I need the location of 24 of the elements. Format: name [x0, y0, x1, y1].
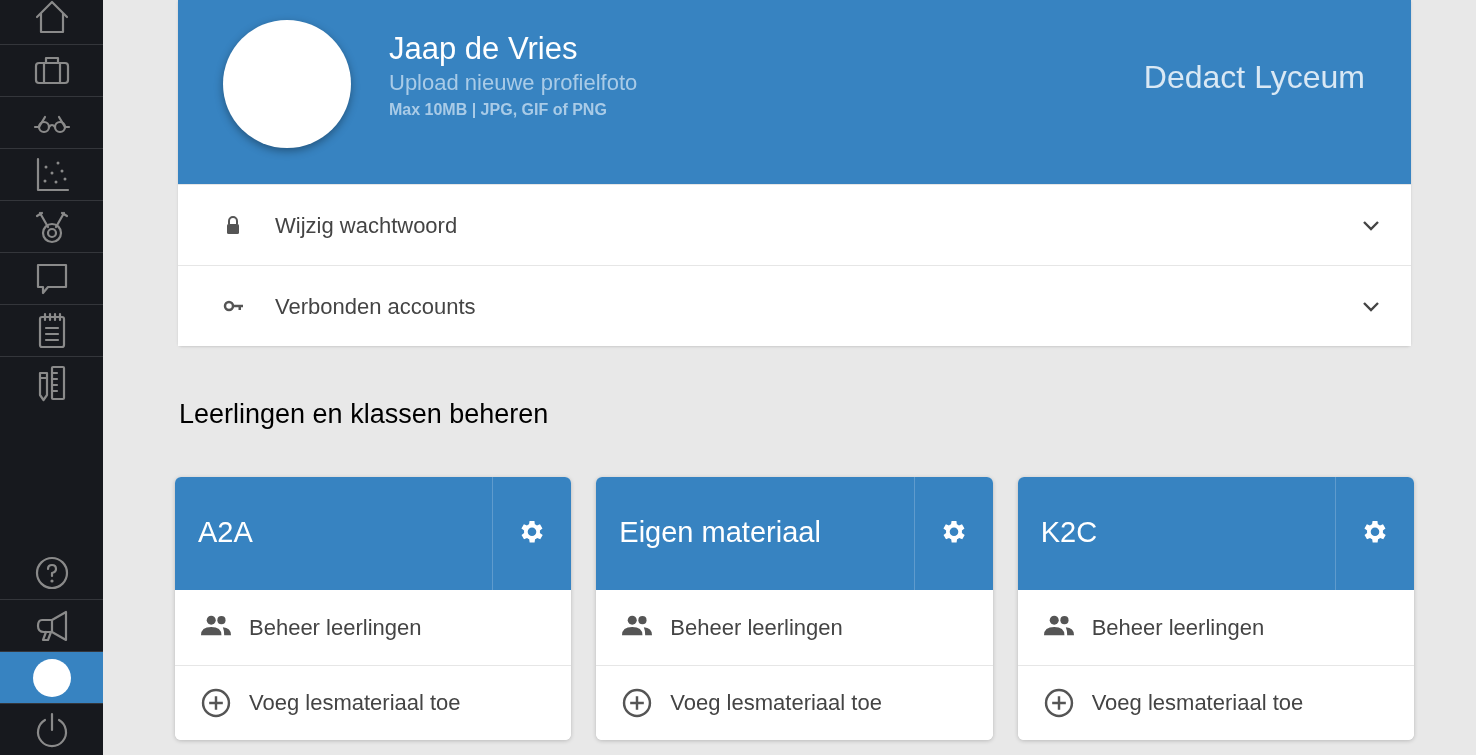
class-action-row[interactable]: Voeg lesmateriaal toe — [596, 664, 993, 740]
class-action-row[interactable]: Beheer leerlingen — [175, 589, 572, 665]
profile-name: Jaap de Vries — [389, 29, 579, 68]
class-name: Eigen materiaal — [618, 515, 822, 551]
class-action-row[interactable]: Voeg lesmateriaal toe — [175, 664, 572, 740]
add-circle-icon — [622, 687, 653, 718]
class-action-row[interactable]: Beheer leerlingen — [596, 589, 993, 665]
upload-hint: Max 10MB | JPG, GIF of PNG — [389, 99, 608, 120]
class-name: K2C — [1039, 515, 1099, 551]
avatar-placeholder — [32, 658, 71, 697]
chevron-down-icon — [1362, 219, 1380, 231]
section-heading: Leerlingen en klassen beheren — [179, 398, 550, 431]
class-action-row[interactable]: Beheer leerlingen — [1017, 589, 1414, 665]
class-name: A2A — [197, 515, 254, 551]
profile-nav-item[interactable] — [0, 651, 103, 703]
settings-row[interactable]: Verbonden accounts — [178, 265, 1411, 346]
settings-row[interactable]: Wijzig wachtwoord — [178, 184, 1411, 265]
settings-label: Verbonden accounts — [275, 292, 476, 321]
chevron-down-icon — [1362, 300, 1380, 312]
class-action-row[interactable]: Voeg lesmateriaal toe — [1017, 664, 1414, 740]
add-circle-icon — [201, 687, 231, 718]
settings-label: Wijzig wachtwoord — [275, 211, 458, 240]
add-circle-icon — [1043, 687, 1074, 718]
school-name: Dedact Lyceum — [1143, 57, 1365, 97]
